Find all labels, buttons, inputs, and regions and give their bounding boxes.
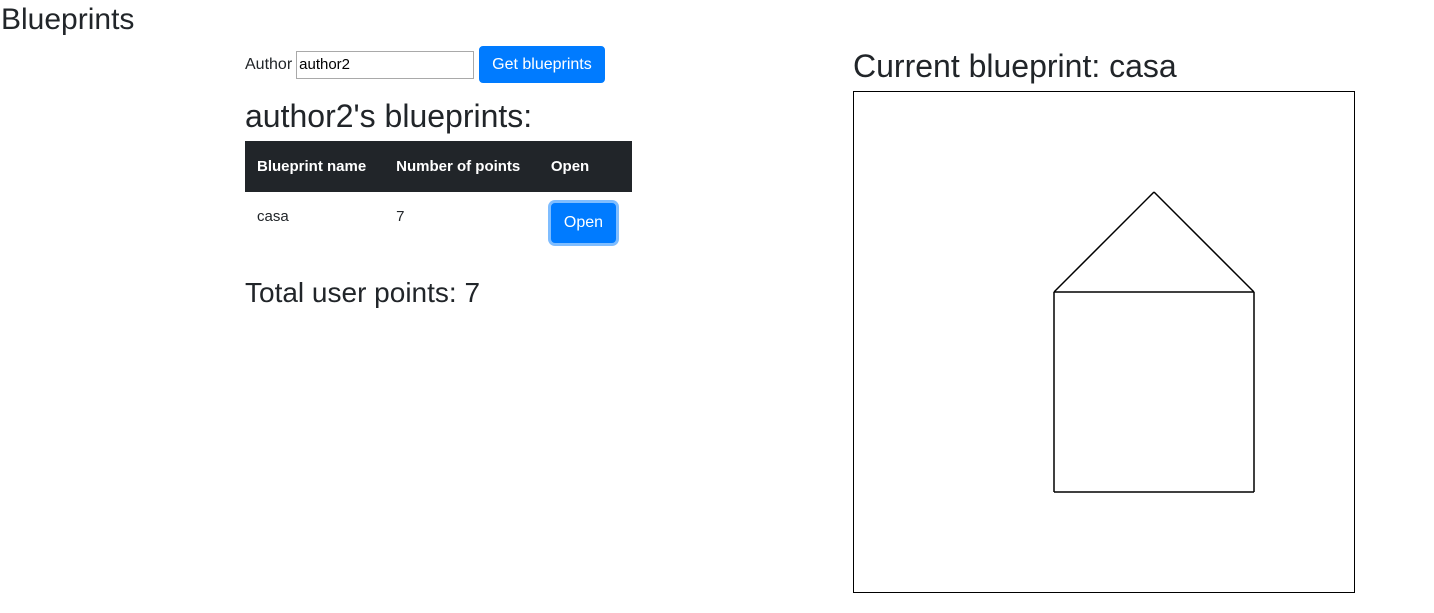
table-header-row: Blueprint name Number of points Open — [245, 141, 632, 192]
column-header-blueprint-name: Blueprint name — [245, 141, 385, 192]
column-header-number-of-points: Number of points — [384, 141, 539, 192]
blueprint-name-cell: casa — [257, 208, 289, 225]
open-blueprint-button[interactable]: Open — [550, 203, 617, 243]
table-row: casa 7 Open — [245, 192, 632, 249]
app-title: Blueprints — [1, 3, 135, 36]
blueprint-segment — [1053, 191, 1155, 293]
get-blueprints-button[interactable]: Get blueprints — [479, 46, 605, 83]
blueprints-list-title: author2's blueprints: — [245, 98, 533, 134]
blueprints-table: Blueprint name Number of points Open cas… — [245, 141, 632, 249]
author-input[interactable] — [296, 50, 475, 79]
current-blueprint-panel: Current blueprint: casa — [853, 46, 1355, 593]
blueprint-drawing — [1053, 191, 1255, 493]
blueprint-search-panel: Author Get blueprints author2's blueprin… — [245, 46, 645, 310]
column-header-open: Open — [538, 141, 632, 192]
points-count-cell: 7 — [396, 208, 405, 225]
author-form: Author Get blueprints — [245, 46, 645, 83]
author-label: Author — [245, 55, 293, 73]
blueprint-canvas[interactable] — [853, 91, 1355, 593]
blueprint-segment — [1153, 191, 1255, 293]
open-cell: Open — [539, 192, 632, 249]
total-points-label: Total user points: 7 — [245, 277, 481, 308]
current-blueprint-title: Current blueprint: casa — [853, 48, 1177, 84]
